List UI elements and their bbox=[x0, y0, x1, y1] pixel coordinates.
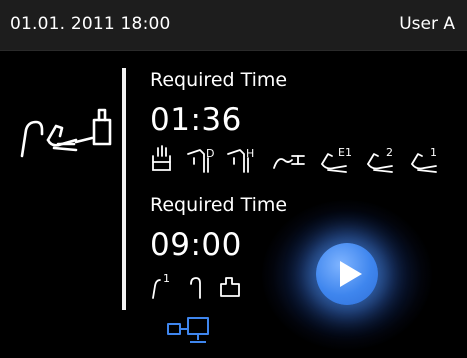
handpiece-device-icon bbox=[20, 108, 112, 158]
user-label[interactable]: User A bbox=[399, 14, 455, 34]
section-2-program-icons: 1 bbox=[150, 270, 250, 302]
play-button[interactable] bbox=[316, 243, 378, 305]
handpiece-2-icon[interactable]: 2 bbox=[366, 144, 402, 174]
hook-1-icon[interactable]: 1 bbox=[150, 270, 174, 300]
section-1-label: Required Time bbox=[150, 69, 288, 91]
hand-wash-icon[interactable] bbox=[150, 144, 176, 174]
pipe-d-icon[interactable]: D bbox=[186, 144, 220, 174]
screen: 01.01. 2011 18:00 User A Required Time 0… bbox=[0, 0, 467, 358]
play-icon bbox=[340, 261, 362, 287]
handpiece-2-label: 2 bbox=[386, 146, 393, 159]
section-1-time: 01:36 bbox=[150, 102, 242, 138]
handpiece-1-icon[interactable]: 1 bbox=[410, 144, 446, 174]
hook-1-label: 1 bbox=[163, 272, 170, 285]
network-connection-icon[interactable] bbox=[166, 316, 222, 346]
handpiece-e1-icon[interactable]: E1 bbox=[320, 144, 362, 174]
section-1-program-icons: D H E1 2 1 bbox=[150, 144, 450, 176]
handpiece-1-label: 1 bbox=[430, 146, 437, 159]
pipe-h-icon[interactable]: H bbox=[226, 144, 260, 174]
pipe-d-label: D bbox=[206, 147, 214, 160]
datetime-display: 01.01. 2011 18:00 bbox=[10, 14, 171, 34]
status-bar: 01.01. 2011 18:00 User A bbox=[0, 0, 467, 51]
section-2-time: 09:00 bbox=[150, 227, 242, 263]
container-icon[interactable] bbox=[218, 270, 242, 300]
section-2-label: Required Time bbox=[150, 194, 288, 216]
handpiece-e1-label: E1 bbox=[338, 146, 352, 159]
tube-icon[interactable] bbox=[272, 144, 308, 174]
vertical-divider bbox=[122, 68, 126, 310]
hook-icon[interactable] bbox=[188, 270, 204, 300]
pipe-h-label: H bbox=[246, 147, 254, 160]
